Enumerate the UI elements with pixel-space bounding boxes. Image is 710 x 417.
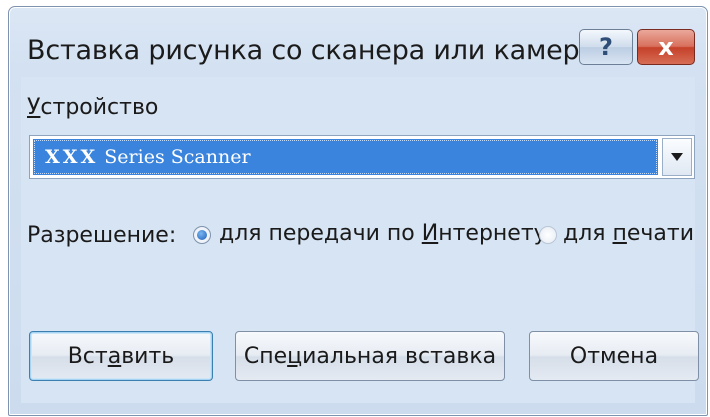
special-label-part2: иальная вставка [302,343,497,369]
title-bar[interactable]: Вставка рисунка со сканера или камеры ? … [9,7,707,77]
scanner-dialog: Вставка рисунка со сканера или камеры ? … [8,6,708,416]
radio-print[interactable] [539,226,557,244]
close-button[interactable]: x [637,29,695,65]
radio-internet-label[interactable]: для передачи по Интернету [219,221,547,246]
radio-print-accesskey: п [612,221,627,246]
radio-internet-accesskey: И [421,221,439,246]
device-name-suffix: Series Scanner [104,146,251,168]
device-label-accesskey: У [27,95,41,120]
insert-accesskey: а [107,343,122,369]
special-insert-button[interactable]: Специальная вставка [235,331,505,381]
close-icon: x [658,33,674,61]
question-mark-icon: ? [599,33,613,61]
insert-label-part1: Вст [67,343,108,369]
cancel-button[interactable]: Отмена [529,331,699,381]
radio-print-label-part2: ечати [626,221,695,246]
device-selected-value[interactable]: XXX Series Scanner [33,139,658,175]
radio-print-label[interactable]: для печати [563,221,694,246]
special-accesskey: ц [287,343,303,369]
radio-internet-label-part1: для передачи по [219,221,422,246]
special-label-part1: Спе [243,343,288,369]
insert-label-part2: вить [121,343,175,369]
radio-print-label-part1: для [563,221,613,246]
dialog-title: Вставка рисунка со сканера или камеры [27,35,601,66]
radio-internet-label-part2: нтернету [438,221,547,246]
device-label: Устройство [27,95,158,120]
resolution-label: Разрешение: [27,223,177,248]
dropdown-button[interactable] [662,138,692,176]
radio-internet[interactable] [193,226,211,244]
chevron-down-icon [671,153,683,161]
insert-button[interactable]: Вставить [29,331,213,381]
dialog-body: Устройство XXX Series Scanner Разрешение… [21,77,699,403]
device-label-rest: стройство [40,95,159,120]
device-dropdown[interactable]: XXX Series Scanner [29,135,695,179]
help-button[interactable]: ? [579,29,633,65]
device-name-prefix: XXX [45,146,99,168]
